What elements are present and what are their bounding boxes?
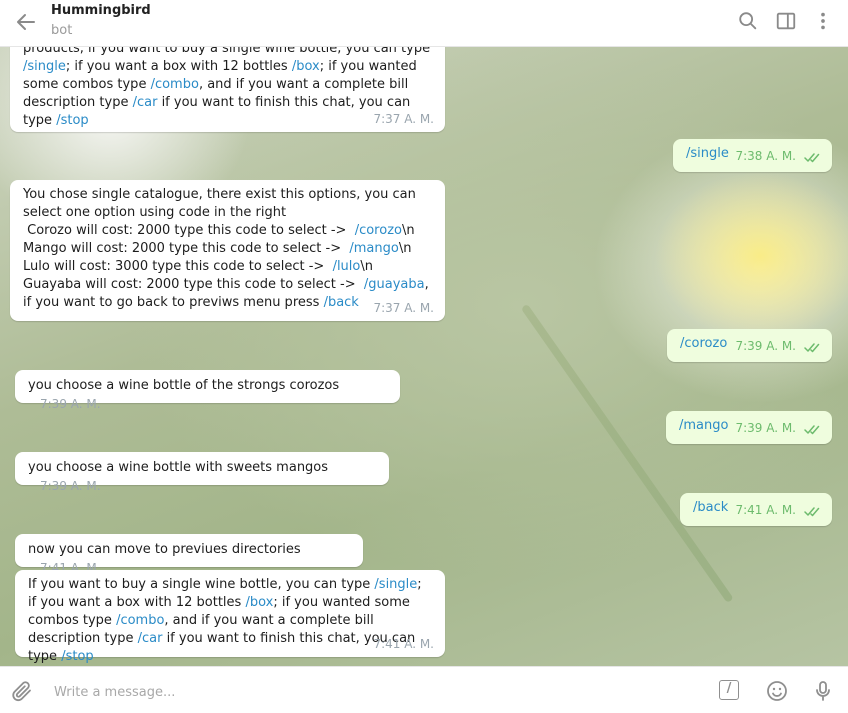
command-link[interactable]: /stop (56, 113, 88, 128)
incoming-message: You chose single catalogue, there exist … (10, 180, 445, 321)
double-check-icon (804, 343, 820, 353)
message-time: 7:39 A. M. (40, 397, 101, 411)
bot-commands-label: / (726, 681, 732, 696)
message-time: 7:39 A. M. (735, 421, 796, 435)
command-link[interactable]: /lulo (333, 259, 361, 274)
command-link[interactable]: /car (133, 95, 158, 110)
message-text-segment: If you want to buy a single wine bottle,… (28, 577, 375, 592)
incoming-message: If you want to buy a single wine bottle,… (15, 570, 445, 664)
message-text: you choose a wine bottle of the strongs … (28, 378, 340, 393)
command-link[interactable]: /back (693, 500, 728, 515)
message-input[interactable] (52, 681, 656, 703)
message-time: 7:39 A. M. (40, 479, 101, 493)
command-link[interactable]: /corozo (680, 336, 727, 351)
outgoing-message: /back 7:41 A. M. (680, 493, 832, 526)
outgoing-message: /mango 7:39 A. M. (666, 411, 832, 444)
message-time: 7:39 A. M. (735, 339, 796, 353)
message-time: 7:37 A. M. (373, 112, 434, 126)
chat-header: Hummingbird bot (0, 0, 848, 47)
sidebar-toggle-icon[interactable] (775, 10, 797, 32)
message-time: 7:41 A. M. (373, 637, 434, 651)
message-text: you choose a wine bottle with sweets man… (28, 460, 329, 475)
chat-subtitle: bot (51, 23, 73, 38)
bot-commands-icon[interactable]: / (719, 680, 739, 700)
message-text: You chose single catalogue, there exist … (23, 186, 431, 312)
command-link[interactable]: /single (23, 59, 66, 74)
command-link[interactable]: /combo (151, 77, 199, 92)
message-text: now you can move to previues directories (28, 542, 301, 557)
emoji-icon[interactable] (765, 679, 789, 703)
incoming-message: products, if you want to buy a single wi… (10, 46, 445, 132)
command-link[interactable]: /box (292, 59, 320, 74)
arrow-left-icon[interactable] (14, 10, 38, 34)
outgoing-message: /single 7:38 A. M. (673, 139, 832, 172)
outgoing-message: /corozo 7:39 A. M. (667, 329, 832, 362)
paperclip-icon[interactable] (10, 679, 34, 703)
message-text-segment: ; if you want a box with 12 bottles (65, 59, 292, 74)
double-check-icon (804, 425, 820, 435)
incoming-message: you choose a wine bottle with sweets man… (15, 452, 389, 493)
command-link[interactable]: /mango (349, 241, 398, 256)
command-link[interactable]: /combo (116, 613, 164, 628)
search-icon[interactable] (737, 10, 759, 32)
command-link[interactable]: /back (324, 295, 359, 310)
message-time: 7:37 A. M. (373, 301, 434, 315)
microphone-icon[interactable] (811, 679, 835, 703)
command-link[interactable]: /guayaba (364, 277, 425, 292)
more-vert-icon[interactable] (812, 10, 834, 32)
message-composer: / (0, 666, 848, 713)
command-link[interactable]: /single (374, 577, 417, 592)
double-check-icon (804, 153, 820, 163)
double-check-icon (804, 507, 820, 517)
chat-title[interactable]: Hummingbird (51, 3, 151, 18)
command-link[interactable]: /car (138, 631, 163, 646)
message-text: If you want to buy a single wine bottle,… (28, 576, 431, 666)
message-text-segment: products, if you want to buy a single wi… (23, 46, 435, 56)
incoming-message: now you can move to previues directories… (15, 534, 363, 575)
command-link[interactable]: /stop (61, 649, 93, 664)
incoming-message: you choose a wine bottle of the strongs … (15, 370, 400, 411)
message-text: products, if you want to buy a single wi… (23, 46, 431, 130)
command-link[interactable]: /mango (679, 418, 728, 433)
message-time: 7:41 A. M. (735, 503, 796, 517)
message-time: 7:38 A. M. (735, 149, 796, 163)
command-link[interactable]: /corozo (355, 223, 402, 238)
command-link[interactable]: /single (686, 146, 729, 161)
command-link[interactable]: /box (245, 595, 273, 610)
message-list[interactable]: products, if you want to buy a single wi… (0, 46, 848, 666)
